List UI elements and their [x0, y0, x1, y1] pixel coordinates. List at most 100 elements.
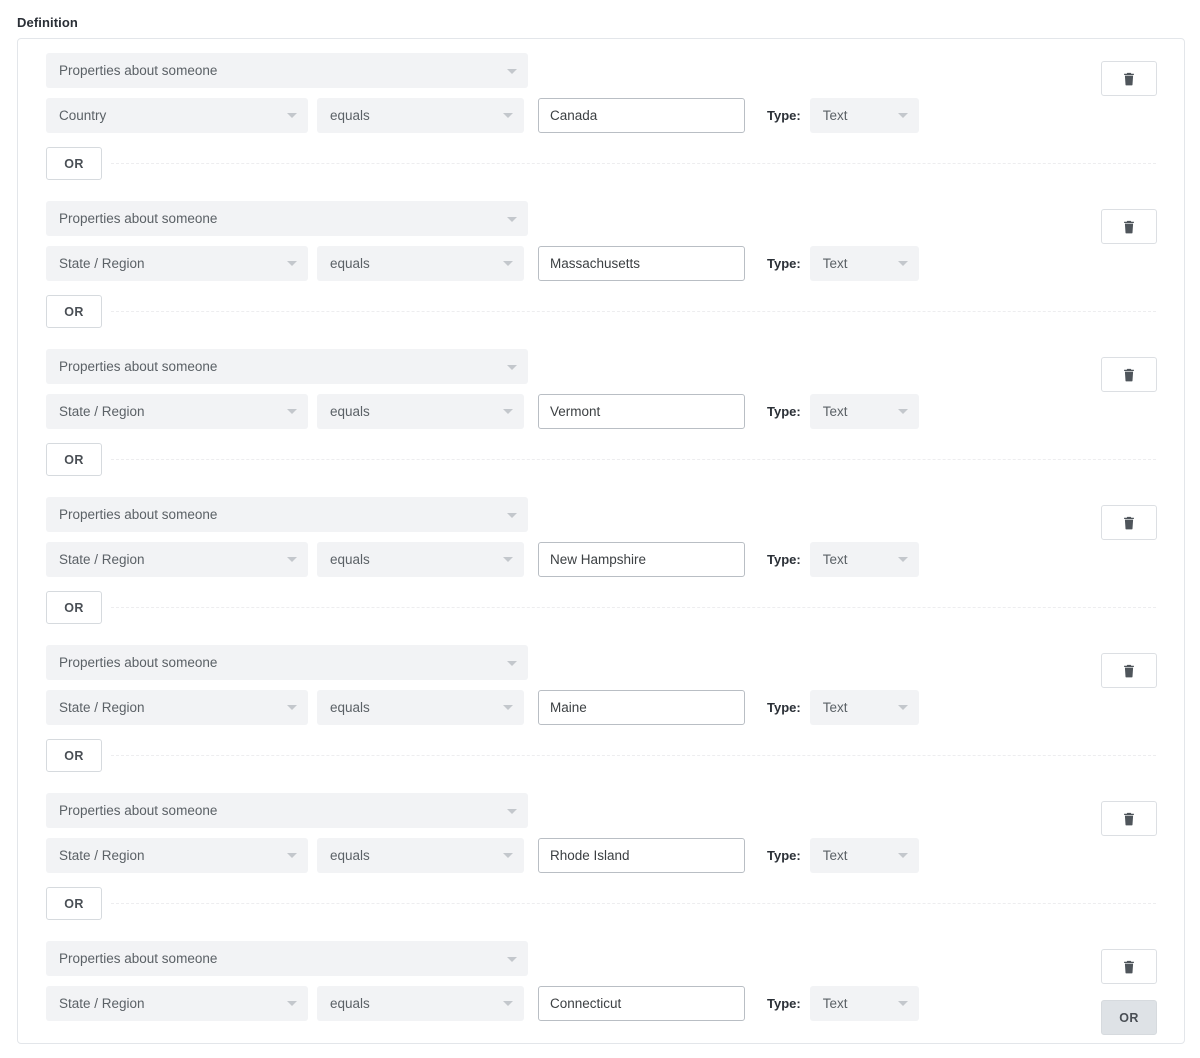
type-select[interactable]: Text	[809, 245, 919, 281]
chevron-down-icon	[287, 705, 297, 710]
value-input[interactable]	[538, 541, 745, 577]
field-select[interactable]: State / Region	[46, 541, 308, 577]
separator-line	[111, 607, 1156, 608]
type-select[interactable]: Text	[809, 837, 919, 873]
delete-condition-button[interactable]	[1101, 949, 1157, 984]
value-input[interactable]	[538, 689, 745, 725]
trash-icon	[1123, 72, 1135, 86]
condition-group-6: Properties about someone State / Region …	[18, 779, 1184, 880]
type-select[interactable]: Text	[809, 985, 919, 1021]
type-select[interactable]: Text	[809, 97, 919, 133]
condition-group-2: Properties about someone State / Region …	[18, 187, 1184, 288]
entity-row: Properties about someone	[46, 483, 1184, 534]
or-button[interactable]: OR	[46, 739, 102, 772]
page-title: Definition	[17, 15, 78, 30]
or-button-right[interactable]: OR	[1101, 1000, 1157, 1035]
entity-select-value: Properties about someone	[59, 359, 218, 374]
trash-icon	[1123, 960, 1135, 974]
definition-builder: Properties about someone Country equals …	[17, 38, 1185, 1044]
value-input[interactable]	[538, 837, 745, 873]
entity-row: Properties about someone	[46, 187, 1184, 238]
value-input[interactable]	[538, 393, 745, 429]
operator-select[interactable]: equals	[317, 541, 524, 577]
entity-row: Properties about someone	[46, 335, 1184, 386]
entity-select[interactable]: Properties about someone	[46, 349, 528, 384]
type-label: Type:	[767, 403, 801, 419]
type-select-value: Text	[822, 551, 848, 567]
operator-select[interactable]: equals	[317, 97, 524, 133]
separator-line	[111, 311, 1156, 312]
field-select[interactable]: State / Region	[46, 393, 308, 429]
operator-select-value: equals	[330, 255, 370, 271]
entity-select-value: Properties about someone	[59, 803, 218, 818]
operator-select[interactable]: equals	[317, 689, 524, 725]
or-button[interactable]: OR	[46, 295, 102, 328]
delete-condition-button[interactable]	[1101, 653, 1157, 688]
chevron-down-icon	[507, 660, 517, 666]
operator-select-value: equals	[330, 699, 370, 715]
value-input[interactable]	[538, 97, 745, 133]
chevron-down-icon	[503, 705, 513, 710]
entity-select[interactable]: Properties about someone	[46, 941, 528, 976]
entity-select[interactable]: Properties about someone	[46, 793, 528, 828]
chevron-down-icon	[287, 853, 297, 858]
filter-builder-page: Definition Properties about someone Coun…	[0, 0, 1200, 1058]
value-input[interactable]	[538, 985, 745, 1021]
chevron-down-icon	[507, 364, 517, 370]
chevron-down-icon	[507, 512, 517, 518]
value-input[interactable]	[538, 245, 745, 281]
type-label: Type:	[767, 847, 801, 863]
field-select-value: State / Region	[59, 403, 145, 419]
operator-select-value: equals	[330, 847, 370, 863]
entity-row: Properties about someone	[46, 631, 1184, 682]
entity-select[interactable]: Properties about someone	[46, 645, 528, 680]
type-select[interactable]: Text	[809, 689, 919, 725]
delete-condition-button[interactable]	[1101, 209, 1157, 244]
delete-condition-button[interactable]	[1101, 505, 1157, 540]
type-select[interactable]: Text	[809, 541, 919, 577]
chevron-down-icon	[503, 557, 513, 562]
delete-condition-button[interactable]	[1101, 357, 1157, 392]
chevron-down-icon	[287, 557, 297, 562]
type-select-value: Text	[822, 699, 848, 715]
field-select-value: State / Region	[59, 995, 145, 1011]
condition-group-1: Properties about someone Country equals …	[18, 39, 1184, 140]
or-button[interactable]: OR	[46, 147, 102, 180]
type-select[interactable]: Text	[809, 393, 919, 429]
type-label: Type:	[767, 995, 801, 1011]
operator-select[interactable]: equals	[317, 393, 524, 429]
entity-select-value: Properties about someone	[59, 655, 218, 670]
separator-line	[111, 459, 1156, 460]
entity-select[interactable]: Properties about someone	[46, 497, 528, 532]
condition-row: State / Region equals Type: Text	[46, 830, 1184, 880]
operator-select-value: equals	[330, 107, 370, 123]
operator-select-value: equals	[330, 551, 370, 567]
entity-select[interactable]: Properties about someone	[46, 201, 528, 236]
operator-select[interactable]: equals	[317, 245, 524, 281]
entity-select[interactable]: Properties about someone	[46, 53, 528, 88]
field-select[interactable]: State / Region	[46, 689, 308, 725]
chevron-down-icon	[897, 409, 908, 414]
or-button[interactable]: OR	[46, 443, 102, 476]
field-select-value: State / Region	[59, 699, 145, 715]
or-button[interactable]: OR	[46, 887, 102, 920]
field-select[interactable]: State / Region	[46, 985, 308, 1021]
chevron-down-icon	[287, 113, 297, 118]
operator-select-value: equals	[330, 403, 370, 419]
condition-row: State / Region equals Type: Text	[46, 534, 1184, 584]
type-select-value: Text	[822, 847, 848, 863]
type-label: Type:	[767, 551, 801, 567]
field-select[interactable]: State / Region	[46, 245, 308, 281]
or-button[interactable]: OR	[46, 591, 102, 624]
entity-row: Properties about someone	[46, 779, 1184, 830]
field-select[interactable]: State / Region	[46, 837, 308, 873]
operator-select[interactable]: equals	[317, 837, 524, 873]
trash-icon	[1123, 664, 1135, 678]
field-select[interactable]: Country	[46, 97, 308, 133]
operator-select[interactable]: equals	[317, 985, 524, 1021]
chevron-down-icon	[503, 113, 513, 118]
condition-row: Country equals Type: Text	[46, 90, 1184, 140]
delete-condition-button[interactable]	[1101, 61, 1157, 96]
delete-condition-button[interactable]	[1101, 801, 1157, 836]
type-select-value: Text	[822, 255, 848, 271]
